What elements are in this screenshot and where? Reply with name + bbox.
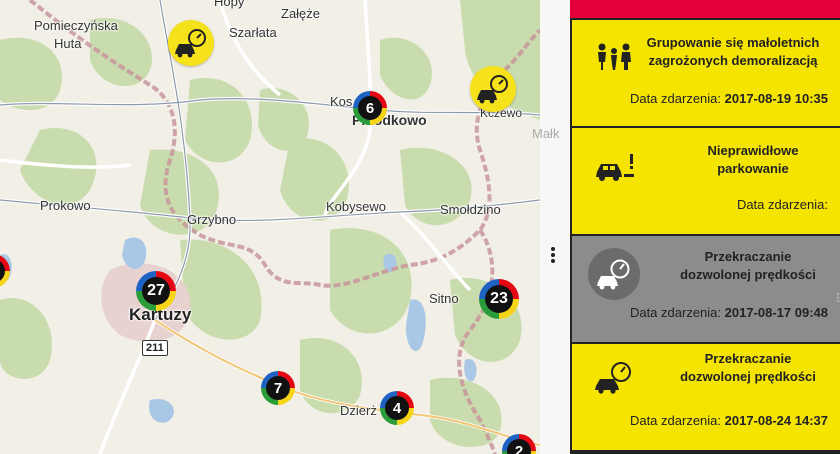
cluster-count (0, 259, 5, 283)
incident-date: Data zdarzenia: 2017-08-17 09:48 (630, 305, 828, 320)
date-value: 2017-08-17 09:48 (724, 305, 828, 320)
cluster-count: 2 (507, 439, 531, 454)
hidden-map-label: Małk (532, 126, 560, 141)
incident-date: Data zdarzenia: 2017-08-24 14:37 (630, 413, 828, 428)
road-number-shield: 211 (142, 340, 168, 356)
speeding-car-icon (595, 362, 631, 394)
incident-card[interactable]: Przekraczanie dozwolonej prędkości Data … (572, 344, 840, 450)
incident-title: Grupowanie się małoletnich zagrożonych d… (646, 35, 820, 68)
place-label-kos: Kos (330, 94, 353, 109)
place-label-dzierzaz: Dzierż (340, 403, 377, 418)
place-label-sitno: Sitno (429, 291, 459, 306)
incident-cluster[interactable]: 23 (479, 279, 519, 319)
cluster-count: 4 (385, 396, 409, 420)
cluster-count: 7 (266, 376, 290, 400)
date-label: Data zdarzenia: (629, 305, 722, 320)
cluster-count: 6 (358, 96, 382, 120)
speeding-icon-badge (588, 248, 640, 300)
incident-title: Nieprawidłowe parkowanie (707, 143, 799, 176)
map-view[interactable]: Hopy Załęże Pomieczyńska Huta Szarłata K… (0, 0, 540, 454)
place-label-pomieczynska: Pomieczyńska (34, 18, 118, 33)
incident-cluster[interactable]: 4 (380, 391, 414, 425)
incident-list-panel[interactable]: Grupowanie się małoletnich zagrożonych d… (570, 0, 840, 454)
incident-title: Przekraczanie dozwolonej prędkości (680, 249, 816, 282)
speeding-car-icon (597, 259, 630, 290)
place-label-huta: Huta (54, 36, 82, 51)
date-label: Data zdarzenia: (736, 197, 828, 212)
speeding-marker[interactable] (470, 66, 516, 112)
more-options-icon[interactable] (549, 246, 557, 266)
speeding-marker[interactable] (168, 20, 214, 66)
place-label-szarlata: Szarłata (229, 25, 277, 40)
map-sidebar-divider (540, 0, 570, 454)
date-label: Data zdarzenia: (629, 91, 722, 106)
place-label-smoldzino: Smołdzino (440, 202, 501, 217)
hidden-map-letter: B (836, 290, 840, 305)
incident-date: Data zdarzenia: (737, 197, 828, 212)
incident-title: Przekraczanie dozwolonej prędkości (680, 351, 816, 384)
incident-cluster[interactable]: 6 (353, 91, 387, 125)
date-value: 2017-08-24 14:37 (724, 413, 828, 428)
place-label-zalesie: Załęże (281, 6, 321, 21)
children-icon (598, 43, 631, 70)
incident-cluster[interactable]: 7 (261, 371, 295, 405)
parking-car-icon (596, 154, 634, 181)
date-label: Data zdarzenia: (629, 413, 722, 428)
incident-cluster[interactable]: 27 (136, 271, 176, 311)
cluster-count: 27 (142, 277, 170, 305)
speeding-car-icon (477, 75, 508, 104)
speeding-car-icon (175, 29, 206, 58)
incident-card[interactable]: Przekraczanie dozwolonej prędkości Data … (572, 236, 840, 342)
incident-date: Data zdarzenia: 2017-08-19 10:35 (630, 91, 828, 106)
panel-top-bar (570, 0, 840, 18)
cluster-count: 23 (485, 285, 513, 313)
place-label-kobysewo: Kobysewo (326, 199, 386, 214)
date-value: 2017-08-19 10:35 (724, 91, 828, 106)
place-label-hopy: Hopy (214, 0, 245, 9)
incident-card[interactable]: Grupowanie się małoletnich zagrożonych d… (572, 20, 840, 126)
place-label-grzybno: Grzybno (187, 212, 237, 227)
place-label-prokowo: Prokowo (40, 198, 91, 213)
incident-card[interactable]: Nieprawidłowe parkowanie Data zdarzenia: (572, 128, 840, 234)
